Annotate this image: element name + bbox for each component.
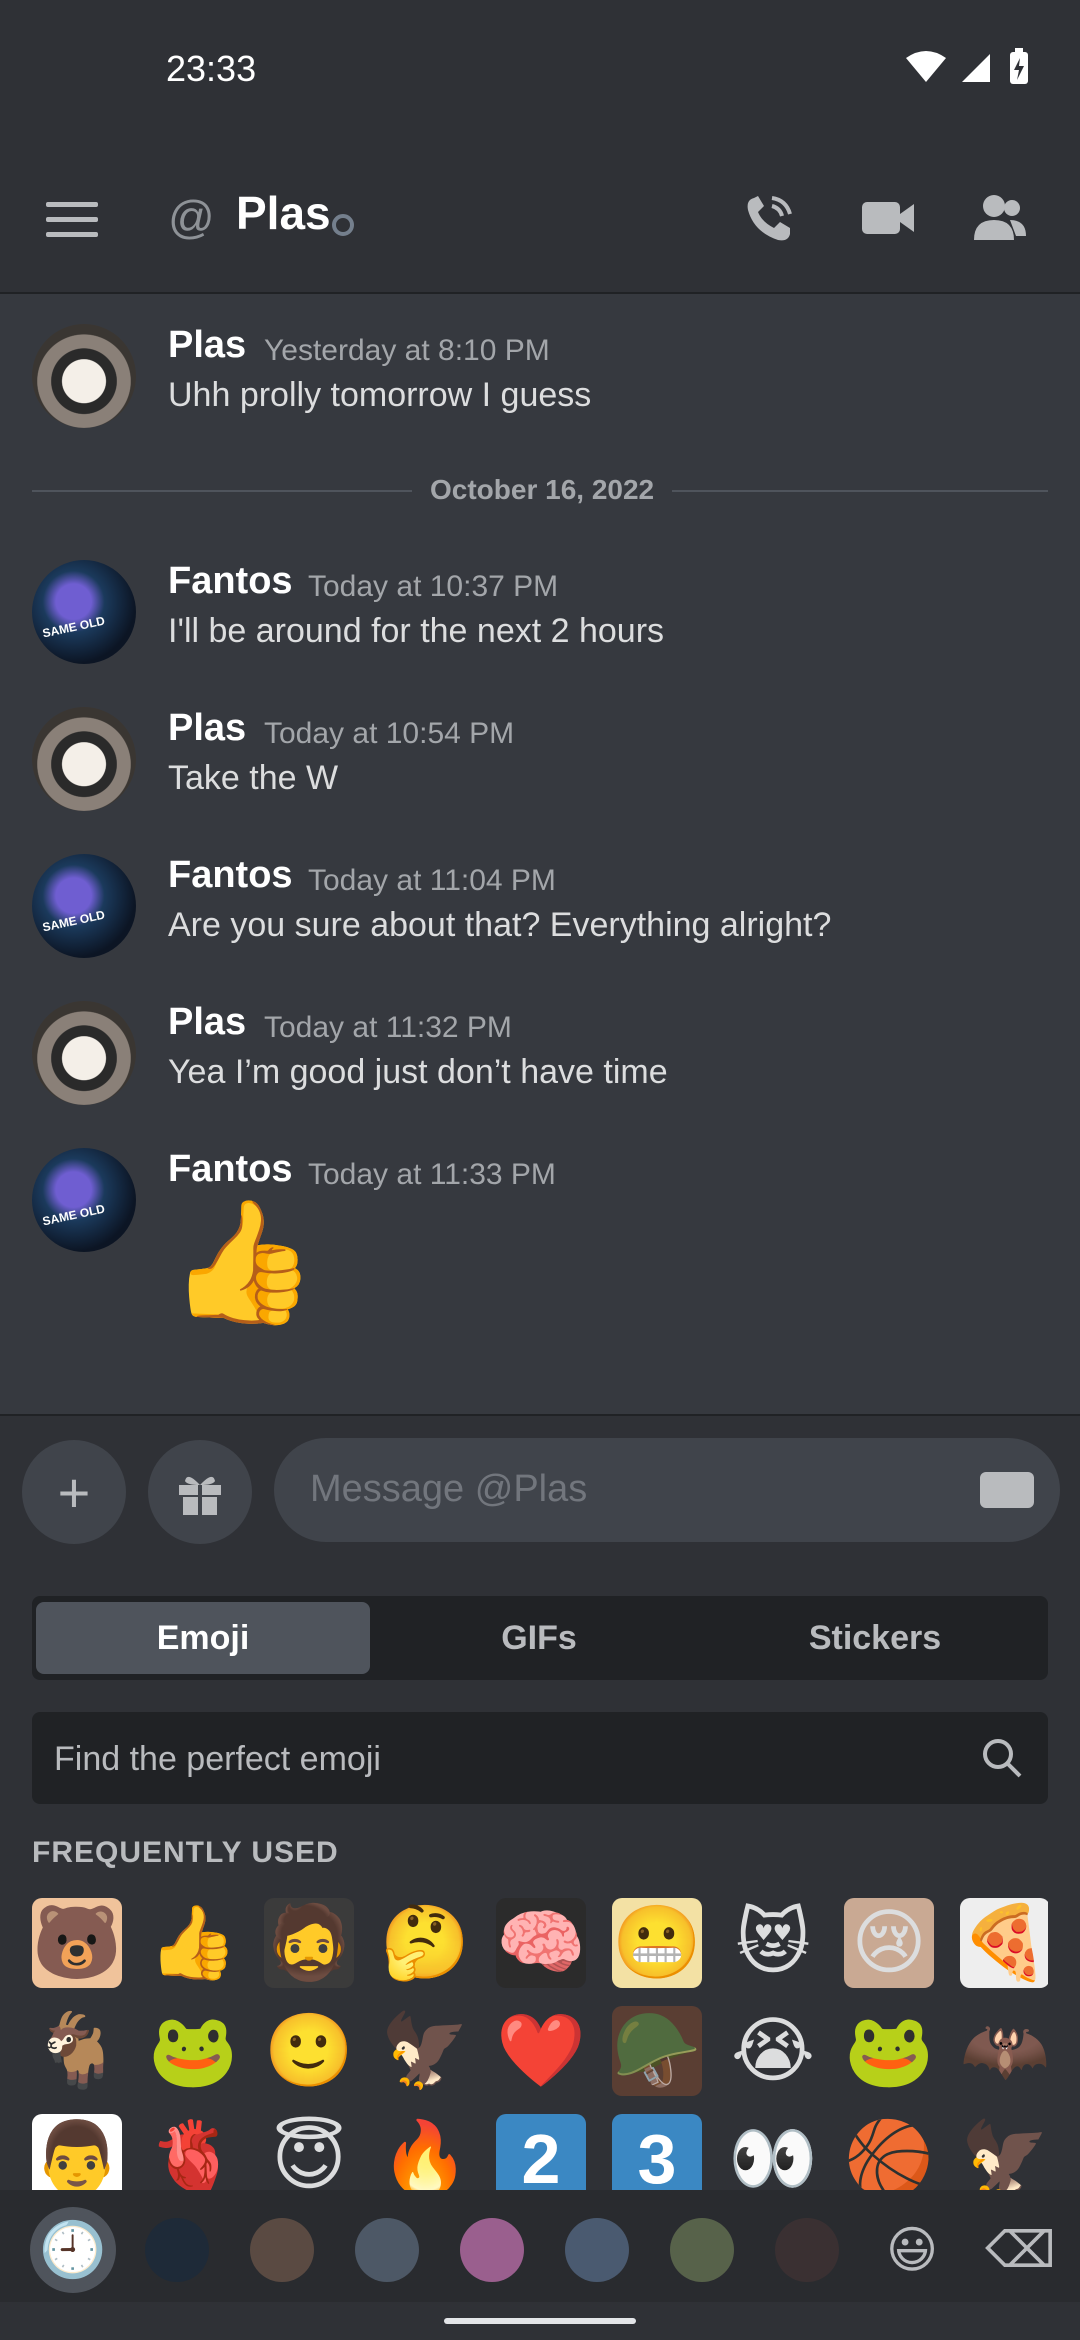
message-timestamp: Today at 11:04 PM — [308, 864, 556, 897]
server-category-5[interactable] — [565, 2218, 629, 2282]
pepe-cross-emoji[interactable]: 🐸 — [844, 2006, 934, 2096]
emoji-picker: Emoji GIFs Stickers Find the perfect emo… — [0, 1564, 1080, 2340]
message-content: Yea I’m good just don’t have time — [168, 1053, 668, 1091]
avatar-text: SAME OLD — [41, 907, 107, 935]
presence-status-icon — [332, 214, 354, 236]
status-icons — [906, 48, 1030, 86]
message-content: Uhh prolly tomorrow I guess — [168, 376, 592, 414]
avatar[interactable]: SAME OLD — [32, 854, 136, 958]
emoji-category-bar: 🕘 😃 ⌫ — [0, 2190, 1080, 2302]
message-author[interactable]: Plas — [168, 1001, 246, 1044]
orange-smile-emoji[interactable]: 🙂 — [264, 2006, 354, 2096]
loudly-crying-emoji[interactable]: 😭 — [728, 2006, 818, 2096]
tab-gifs[interactable]: GIFs — [372, 1602, 706, 1674]
thumbs-up-emoji: 👍 — [168, 1195, 318, 1329]
message-author[interactable]: Plas — [168, 324, 246, 367]
recent-category-icon[interactable]: 🕘 — [30, 2207, 116, 2293]
avatar-text: SAME OLD — [41, 1201, 107, 1229]
server-category-6[interactable] — [670, 2218, 734, 2282]
tab-stickers[interactable]: Stickers — [708, 1602, 1042, 1674]
message-timestamp: Today at 10:54 PM — [264, 717, 515, 750]
bat-emoji[interactable]: 🦇 — [960, 2006, 1048, 2096]
thinking-emoji[interactable]: 🤔 — [380, 1898, 470, 1988]
message-author[interactable]: Fantos — [168, 854, 293, 897]
avatar[interactable] — [32, 1001, 136, 1105]
voice-call-icon[interactable] — [740, 188, 800, 248]
video-call-icon[interactable] — [858, 188, 918, 248]
angel-face-emoji[interactable]: 😇 — [264, 2114, 354, 2198]
signal-icon — [962, 54, 990, 82]
members-icon[interactable] — [970, 188, 1030, 248]
keyboard-icon[interactable] — [980, 1472, 1034, 1508]
home-indicator[interactable] — [444, 2318, 636, 2324]
avatar[interactable]: SAME OLD — [32, 560, 136, 664]
smart-guy-emoji[interactable]: 🧠 — [496, 1898, 586, 1988]
message-author[interactable]: Fantos — [168, 560, 293, 603]
crying-face-photo-emoji[interactable]: 😢 — [844, 1898, 934, 1988]
add-attachment-button[interactable]: + — [22, 1440, 126, 1544]
message-content: I'll be around for the next 2 hours — [168, 612, 665, 650]
message-input[interactable]: Message @Plas — [274, 1438, 1060, 1542]
blonde-cartoon-emoji[interactable]: 😬 — [612, 1898, 702, 1988]
message-timestamp: Yesterday at 8:10 PM — [264, 334, 550, 367]
emoji-search-placeholder: Find the perfect emoji — [54, 1740, 381, 1778]
status-time: 23:33 — [166, 48, 257, 89]
message-timestamp: Today at 11:33 PM — [308, 1158, 556, 1191]
message-content: Are you sure about that? Everything alri… — [168, 906, 832, 944]
message-content: Take the W — [168, 759, 339, 797]
eyes-emoji[interactable]: 👀 — [728, 2114, 818, 2198]
smiley-category-icon[interactable]: 😃 — [880, 2218, 944, 2282]
fire-emoji[interactable]: 🔥 — [380, 2114, 470, 2198]
avatar[interactable]: SAME OLD — [32, 1148, 136, 1252]
tab-emoji[interactable]: Emoji — [36, 1602, 370, 1674]
bearded-man-emoji[interactable]: 🧔 — [264, 1898, 354, 1988]
gift-button[interactable] — [148, 1440, 252, 1544]
goat-emoji[interactable]: 🐐 — [32, 2006, 122, 2096]
server-category-2[interactable] — [250, 2218, 314, 2282]
basketball-emoji[interactable]: 🏀 — [844, 2114, 934, 2198]
backspace-icon[interactable]: ⌫ — [985, 2218, 1056, 2282]
wifi-icon — [906, 51, 946, 82]
message-input-placeholder: Message @Plas — [310, 1468, 588, 1510]
anatomical-heart-emoji[interactable]: 🫀 — [148, 2114, 238, 2198]
message-timestamp: Today at 10:37 PM — [308, 570, 559, 603]
phoenix-emoji[interactable]: 🦅 — [380, 2006, 470, 2096]
battery-icon — [1010, 48, 1028, 84]
menu-icon[interactable] — [46, 202, 98, 238]
picker-tabs: Emoji GIFs Stickers — [32, 1596, 1048, 1680]
server-category-3[interactable] — [355, 2218, 419, 2282]
status-bar: 23:33 — [0, 0, 1080, 140]
message-list: Plas Yesterday at 8:10 PM Uhh prolly tom… — [0, 294, 1080, 1414]
cat-heart-emoji[interactable]: 😻 — [728, 1898, 818, 1988]
message-timestamp: Today at 11:32 PM — [264, 1011, 512, 1044]
page-title: Plas — [236, 187, 331, 239]
heart-girl-emoji[interactable]: ❤️ — [496, 2006, 586, 2096]
server-category-1[interactable] — [145, 2218, 209, 2282]
pizza-hat-kid-emoji[interactable]: 🍕 — [960, 1898, 1048, 1988]
server-category-4[interactable] — [460, 2218, 524, 2282]
server-category-7[interactable] — [775, 2218, 839, 2282]
date-divider: October 16, 2022 — [412, 474, 673, 506]
thumbs-up-emoji[interactable]: 👍 — [148, 1898, 238, 1988]
message-author[interactable]: Fantos — [168, 1148, 293, 1191]
search-icon[interactable] — [980, 1736, 1024, 1780]
pepe-emoji[interactable]: 🐸 — [148, 2006, 238, 2096]
at-icon: @ — [168, 191, 215, 243]
gift-icon — [179, 1476, 221, 1515]
chat-header: @ Plas — [0, 140, 1080, 294]
time-bird-emoji[interactable]: 🦅 — [960, 2114, 1048, 2198]
anime-man-emoji[interactable]: 👨 — [32, 2114, 122, 2198]
message-author[interactable]: Plas — [168, 707, 246, 750]
avatar[interactable] — [32, 324, 136, 428]
avatar[interactable] — [32, 707, 136, 811]
avatar-text: SAME OLD — [41, 613, 107, 641]
bear-love-emoji[interactable]: 🐻 — [32, 1898, 122, 1988]
section-title: FREQUENTLY USED — [32, 1836, 339, 1869]
emoji-search-input[interactable]: Find the perfect emoji — [32, 1712, 1048, 1804]
emoji-grid: 🐻 👍 🧔 🤔 🧠 😬 😻 😢 🍕 🐐 🐸 🙂 🦅 ❤️ 🪖 😭 🐸 🦇 👨 🫀 😇 🔥 2 3 👀 🏀 🦅 — [32, 1898, 1048, 2198]
message-composer: + Message @Plas — [0, 1414, 1080, 1566]
soldier-emoji[interactable]: 🪖 — [612, 2006, 702, 2096]
keycap-two-emoji[interactable]: 2 — [496, 2114, 586, 2198]
keycap-three-emoji[interactable]: 3 — [612, 2114, 702, 2198]
